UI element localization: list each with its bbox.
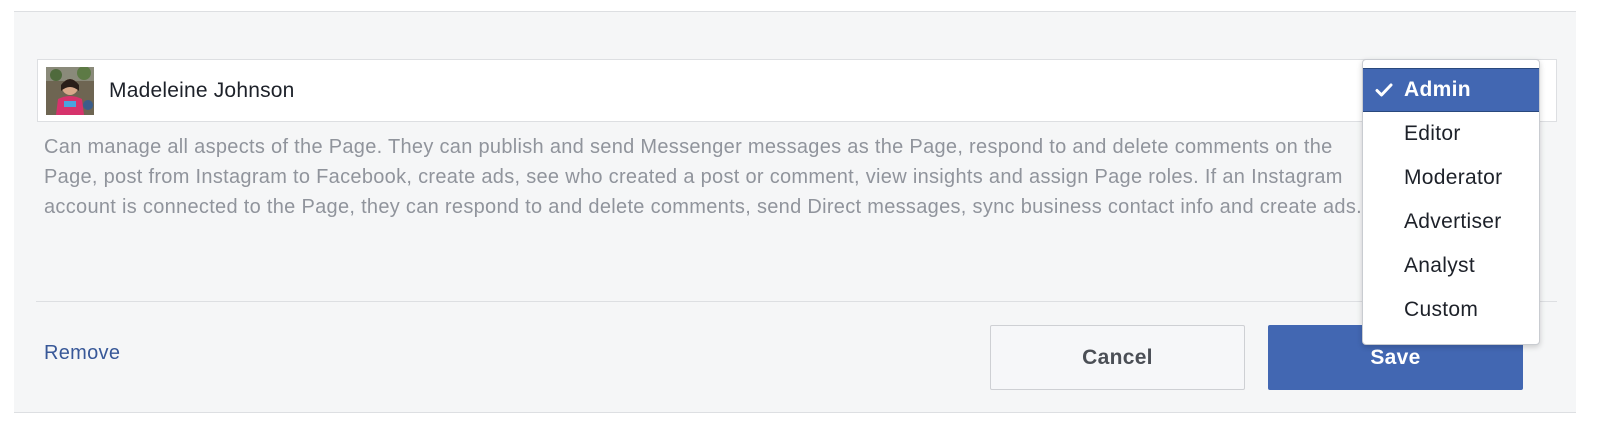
avatar-photo — [46, 67, 94, 115]
role-option-admin[interactable]: Admin — [1363, 68, 1539, 112]
check-icon — [1374, 69, 1394, 111]
role-description: Can manage all aspects of the Page. They… — [44, 136, 1362, 218]
avatar — [46, 67, 94, 115]
user-row[interactable]: Madeleine Johnson — [37, 59, 1557, 122]
role-option-label: Editor — [1404, 122, 1461, 145]
role-option-analyst[interactable]: Analyst — [1363, 244, 1539, 288]
role-option-label: Analyst — [1404, 254, 1475, 277]
role-option-custom[interactable]: Custom — [1363, 288, 1539, 332]
divider — [36, 301, 1557, 302]
role-dropdown-menu: Admin Editor Moderator Advertiser Analys… — [1362, 59, 1540, 345]
remove-link[interactable]: Remove — [44, 342, 120, 365]
role-option-label: Admin — [1404, 78, 1471, 101]
role-option-label: Moderator — [1404, 166, 1503, 189]
role-option-moderator[interactable]: Moderator — [1363, 156, 1539, 200]
role-option-editor[interactable]: Editor — [1363, 112, 1539, 156]
page-role-panel: Madeleine Johnson Can manage all aspects… — [14, 11, 1576, 413]
role-option-label: Advertiser — [1404, 210, 1502, 233]
role-option-advertiser[interactable]: Advertiser — [1363, 200, 1539, 244]
cancel-button[interactable]: Cancel — [990, 325, 1245, 390]
role-option-label: Custom — [1404, 298, 1479, 321]
user-name: Madeleine Johnson — [109, 79, 295, 102]
